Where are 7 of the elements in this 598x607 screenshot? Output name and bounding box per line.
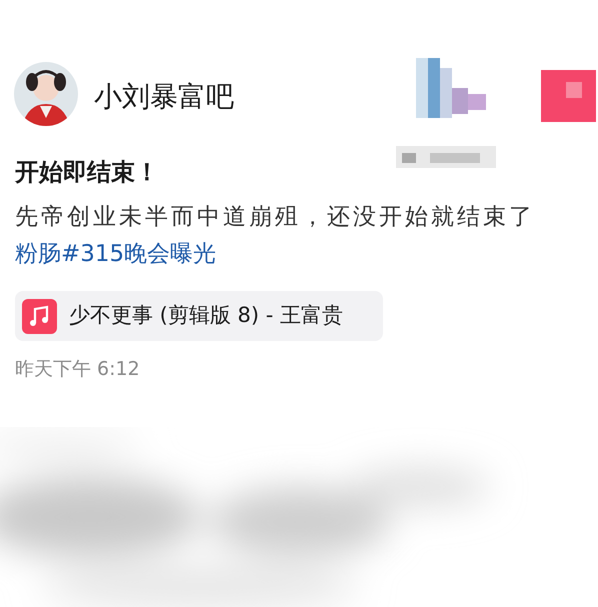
music-card[interactable]: 少不更事 (剪辑版 8) - 王富贵 xyxy=(15,291,383,341)
author-name[interactable]: 小刘暴富吧 xyxy=(94,76,234,118)
timestamp: 昨天下午 6:12 xyxy=(15,357,141,382)
post-body: 先帝创业未半而中道崩殂，还没开始就结束了 xyxy=(15,203,536,232)
topic-link[interactable]: 粉肠#315晚会曝光 xyxy=(15,236,598,271)
music-note-icon xyxy=(22,298,57,334)
post-title: 开始即结束！ xyxy=(15,157,160,188)
